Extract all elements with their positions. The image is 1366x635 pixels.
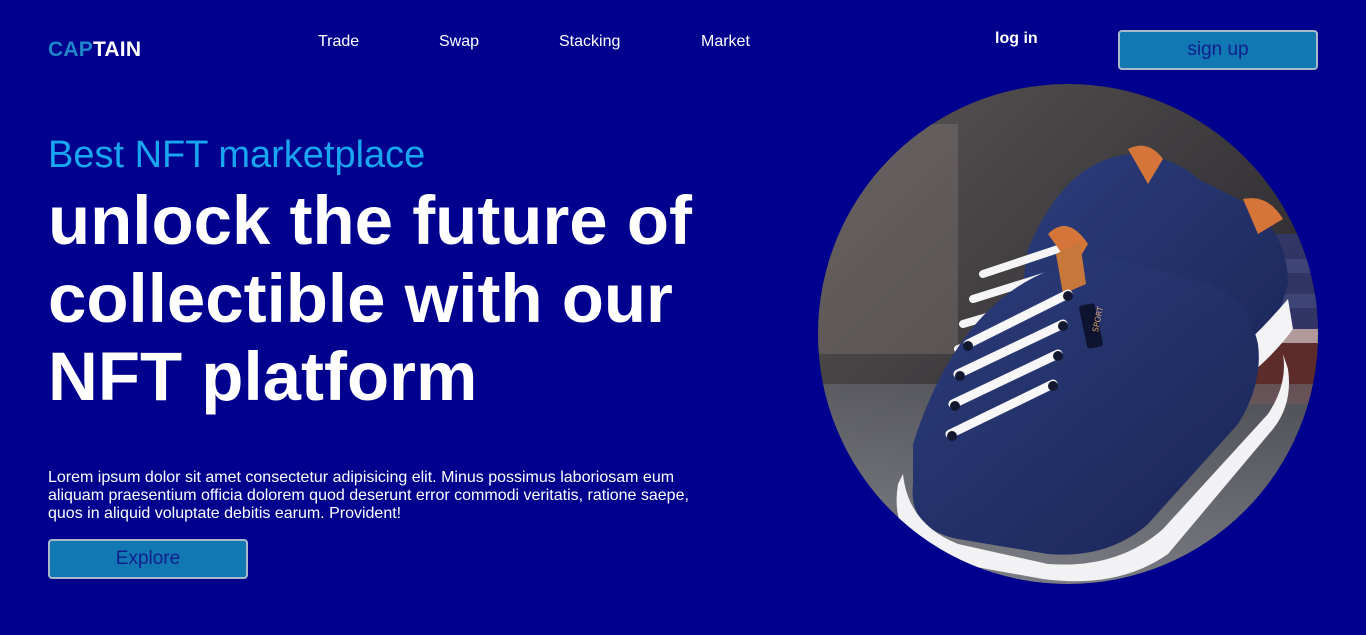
signup-button[interactable]: sign up: [1118, 30, 1318, 70]
headline-line-1: unlock the future of: [48, 182, 692, 259]
hero-eyebrow: Best NFT marketplace: [48, 134, 426, 176]
nav-item-stacking[interactable]: Stacking: [559, 33, 620, 51]
nav-item-market[interactable]: Market: [701, 33, 750, 51]
headline-line-2: collectible with our: [48, 260, 673, 337]
nav-item-trade[interactable]: Trade: [318, 33, 359, 51]
explore-button[interactable]: Explore: [48, 539, 248, 579]
sneaker-illustration: SPORT: [818, 84, 1318, 584]
headline-line-3: NFT platform: [48, 338, 478, 415]
logo[interactable]: CAPTAIN: [48, 38, 141, 62]
sneaker-photo: SPORT: [818, 84, 1318, 584]
logo-part2: TAIN: [92, 38, 142, 61]
nav-item-swap[interactable]: Swap: [439, 33, 479, 51]
hero-description: Lorem ipsum dolor sit amet consectetur a…: [48, 469, 689, 522]
hero-headline: unlock the future of collectible with ou…: [48, 182, 768, 416]
landing-page: CAPTAIN Trade Swap Stacking Market log i…: [0, 0, 1366, 635]
login-link[interactable]: log in: [995, 30, 1038, 48]
logo-part1: CAP: [48, 38, 93, 61]
